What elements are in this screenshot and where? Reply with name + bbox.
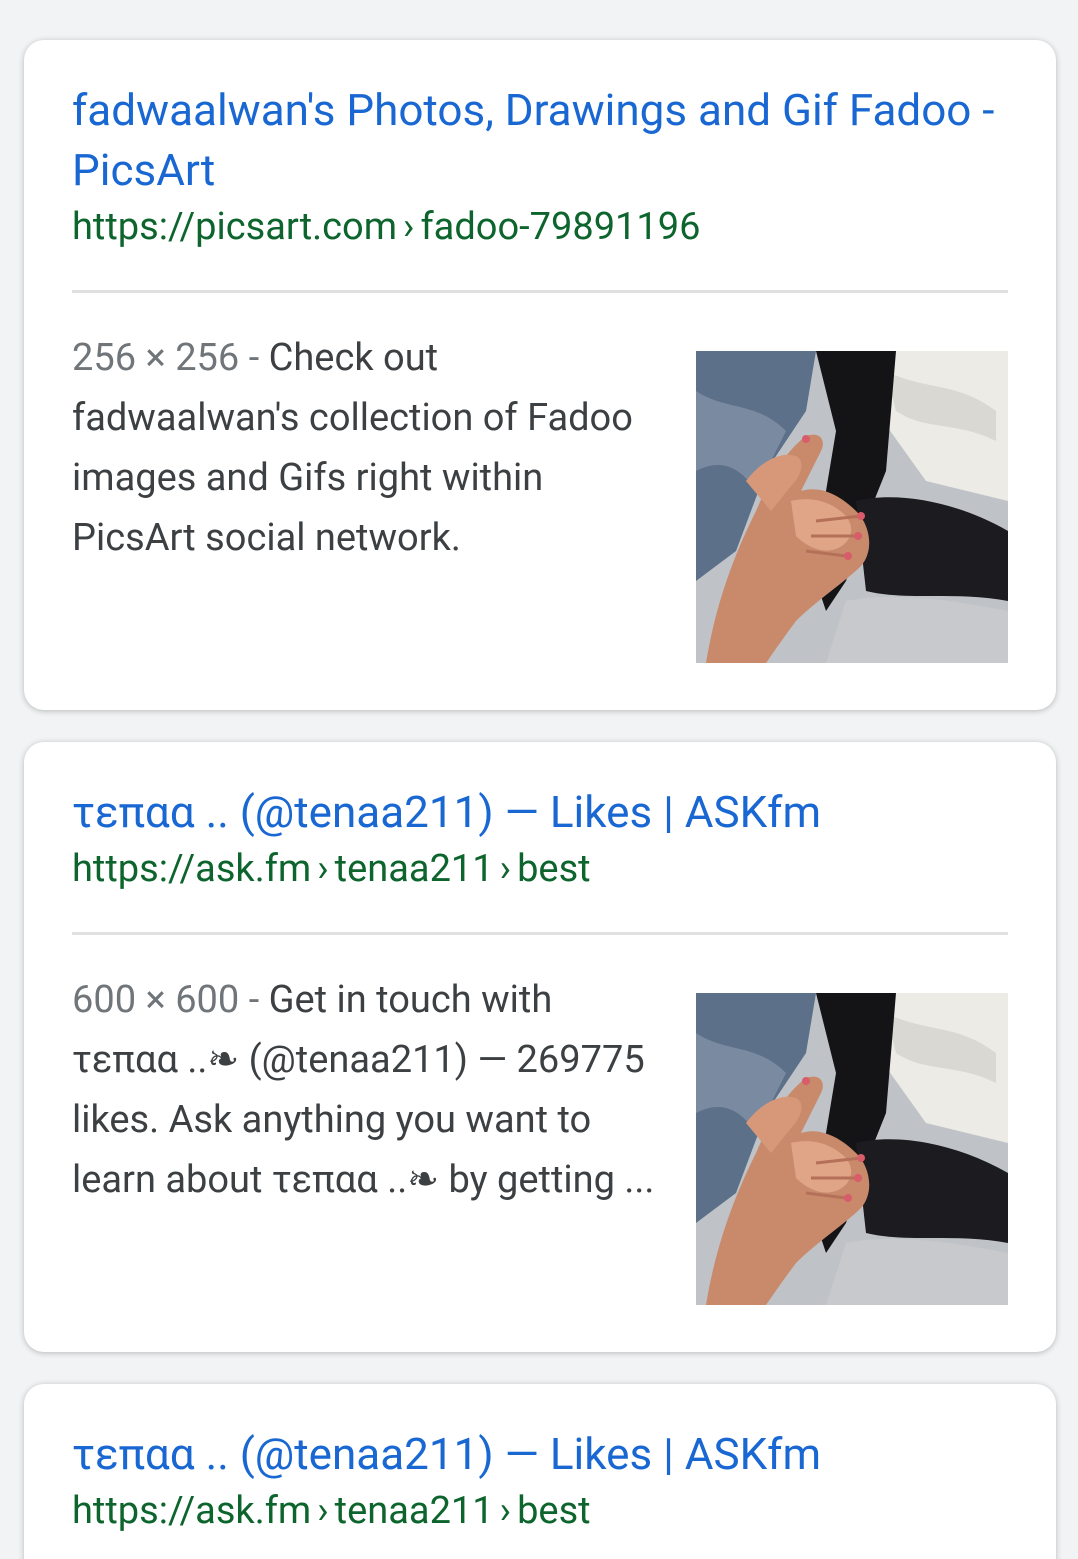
result-snippet: 600 × 600 - Get in touch with τεπαα ..❧ … (72, 970, 662, 1210)
url-separator: › (317, 847, 329, 891)
result-card[interactable]: τεπαα .. (@tenaa211) — Likes | ASKfm htt… (24, 1384, 1056, 1559)
url-domain: https://ask.fm (72, 847, 312, 891)
holding-hands-photo-icon (696, 993, 1008, 1305)
image-dimensions: 600 × 600 (72, 978, 240, 1022)
url-separator: › (403, 205, 415, 249)
url-path-segment: tenaa211 (334, 1489, 494, 1533)
result-url[interactable]: https://ask.fm › tenaa211 › best (72, 844, 1008, 894)
dimension-separator: - (239, 978, 269, 1022)
url-separator: › (317, 1489, 329, 1533)
result-thumbnail[interactable] (696, 993, 1008, 1305)
url-domain: https://picsart.com (72, 205, 398, 249)
url-path-segment: best (517, 1489, 591, 1533)
url-separator: › (499, 1489, 512, 1533)
url-path-segment: best (517, 847, 591, 891)
result-snippet: 256 × 256 - Check out fadwaalwan's colle… (72, 328, 662, 568)
result-title-link[interactable]: τεπαα .. (@tenaa211) — Likes | ASKfm (72, 1424, 1008, 1484)
result-card[interactable]: fadwaalwan's Photos, Drawings and Gif Fa… (24, 40, 1056, 710)
result-title-link[interactable]: τεπαα .. (@tenaa211) — Likes | ASKfm (72, 782, 1008, 842)
holding-hands-photo-icon (696, 351, 1008, 663)
result-url[interactable]: https://ask.fm › tenaa211 › best (72, 1486, 1008, 1536)
divider (72, 290, 1008, 293)
result-title-link[interactable]: fadwaalwan's Photos, Drawings and Gif Fa… (72, 80, 1008, 200)
divider (72, 932, 1008, 935)
result-url[interactable]: https://picsart.com › fadoo-79891196 (72, 202, 1008, 252)
dimension-separator: - (239, 336, 269, 380)
result-thumbnail[interactable] (696, 351, 1008, 663)
url-path-segment: tenaa211 (334, 847, 494, 891)
result-card[interactable]: τεπαα .. (@tenaa211) — Likes | ASKfm htt… (24, 742, 1056, 1352)
url-separator: › (499, 847, 512, 891)
image-dimensions: 256 × 256 (72, 336, 240, 380)
url-path-segment: fadoo-79891196 (420, 205, 701, 249)
search-results-page: fadwaalwan's Photos, Drawings and Gif Fa… (0, 0, 1078, 1559)
url-domain: https://ask.fm (72, 1489, 312, 1533)
